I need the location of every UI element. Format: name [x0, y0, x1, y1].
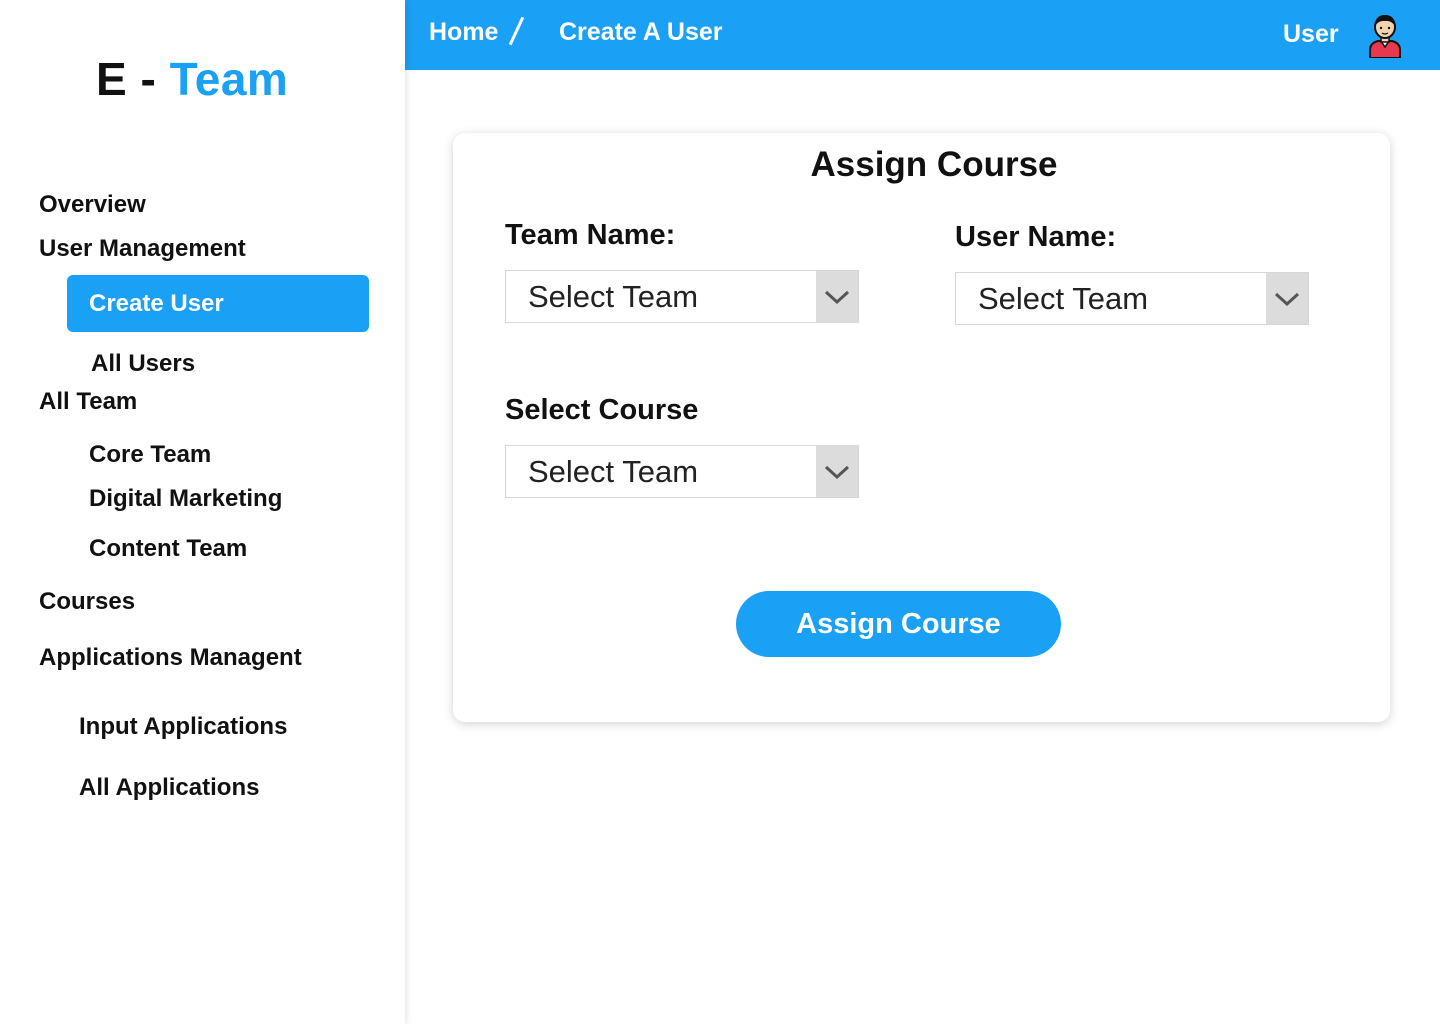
sidebar-item-all-users[interactable]: All Users	[91, 350, 195, 378]
logo-team: Team	[169, 53, 289, 105]
chevron-down-icon[interactable]	[816, 446, 858, 497]
sidebar-item-user-management[interactable]: User Management	[39, 235, 246, 263]
sidebar-item-all-team[interactable]: All Team	[39, 388, 137, 416]
header-user-label[interactable]: User	[1283, 20, 1339, 49]
chevron-down-icon[interactable]	[816, 271, 858, 322]
sidebar-item-input-applications[interactable]: Input Applications	[79, 713, 287, 741]
top-header: Home Create A User User	[405, 0, 1440, 70]
card-title: Assign Course	[810, 145, 1058, 184]
sidebar-item-content-team[interactable]: Content Team	[89, 535, 247, 563]
sidebar-item-overview[interactable]: Overview	[39, 191, 146, 219]
chevron-down-icon[interactable]	[1266, 273, 1308, 324]
sidebar-item-applications-management[interactable]: Applications Managent	[39, 644, 302, 672]
user-name-select-value: Select Team	[978, 281, 1149, 316]
breadcrumb-separator	[508, 16, 525, 46]
user-name-label: User Name:	[955, 221, 1117, 253]
course-select-value: Select Team	[528, 454, 699, 489]
team-name-label: Team Name:	[505, 219, 676, 251]
select-course-label: Select Course	[505, 394, 699, 426]
team-name-select[interactable]: Select Team	[505, 270, 859, 323]
logo-separator: -	[140, 53, 157, 105]
assign-course-button[interactable]: Assign Course	[736, 591, 1061, 657]
team-name-select-value: Select Team	[528, 279, 699, 314]
breadcrumb-home[interactable]: Home	[429, 18, 498, 47]
user-avatar-icon[interactable]	[1365, 12, 1405, 59]
course-select[interactable]: Select Team	[505, 445, 859, 498]
sidebar-item-core-team[interactable]: Core Team	[89, 441, 211, 469]
sidebar-item-courses[interactable]: Courses	[39, 588, 135, 616]
logo-e: E	[96, 53, 128, 105]
breadcrumb-current: Create A User	[559, 18, 723, 46]
app-logo: E - Team	[96, 52, 288, 106]
sidebar-item-all-applications[interactable]: All Applications	[79, 774, 259, 802]
sidebar-item-digital-marketing[interactable]: Digital Marketing	[89, 485, 282, 513]
user-name-select[interactable]: Select Team	[955, 272, 1309, 325]
sidebar-item-create-user[interactable]: Create User	[67, 275, 369, 332]
assign-course-card: Assign Course Team Name: Select Team Use…	[453, 133, 1390, 722]
sidebar: E - Team Overview User Management Create…	[0, 0, 405, 1024]
